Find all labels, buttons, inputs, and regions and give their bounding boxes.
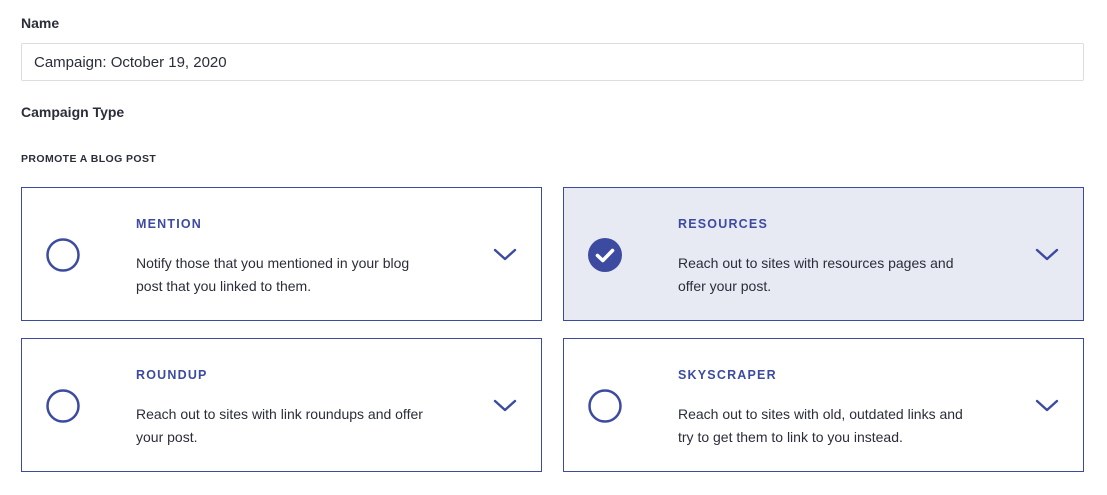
name-label: Name <box>21 15 60 31</box>
card-title: RESOURCES <box>678 217 768 231</box>
card-description: Reach out to sites with resources pages … <box>678 255 954 294</box>
campaign-type-card-roundup[interactable]: ROUNDUP Reach out to sites with link rou… <box>21 338 542 472</box>
card-title: SKYSCRAPER <box>678 368 777 382</box>
chevron-down-icon[interactable] <box>1034 397 1060 415</box>
campaign-type-label: Campaign Type <box>21 104 125 120</box>
campaign-name-input[interactable] <box>21 43 1084 81</box>
campaign-type-card-skyscraper[interactable]: SKYSCRAPER Reach out to sites with old, … <box>563 338 1084 472</box>
card-description: Reach out to sites with link roundups an… <box>136 406 423 445</box>
radio-unchecked-icon[interactable] <box>46 238 80 272</box>
card-title: ROUNDUP <box>136 368 208 382</box>
card-description: Reach out to sites with old, outdated li… <box>678 406 963 445</box>
chevron-down-icon[interactable] <box>1034 246 1060 264</box>
check-circle-icon[interactable] <box>588 238 622 272</box>
card-title: MENTION <box>136 217 203 231</box>
radio-unchecked-icon[interactable] <box>46 389 80 423</box>
section-label-promote-blog-post: PROMOTE A BLOG POST <box>21 153 157 165</box>
chevron-down-icon[interactable] <box>492 397 518 415</box>
card-description: Notify those that you mentioned in your … <box>136 255 410 294</box>
campaign-type-card-resources[interactable]: RESOURCES Reach out to sites with resour… <box>563 187 1084 321</box>
campaign-type-card-mention[interactable]: MENTION Notify those that you mentioned … <box>21 187 542 321</box>
radio-unchecked-icon[interactable] <box>588 389 622 423</box>
chevron-down-icon[interactable] <box>492 246 518 264</box>
